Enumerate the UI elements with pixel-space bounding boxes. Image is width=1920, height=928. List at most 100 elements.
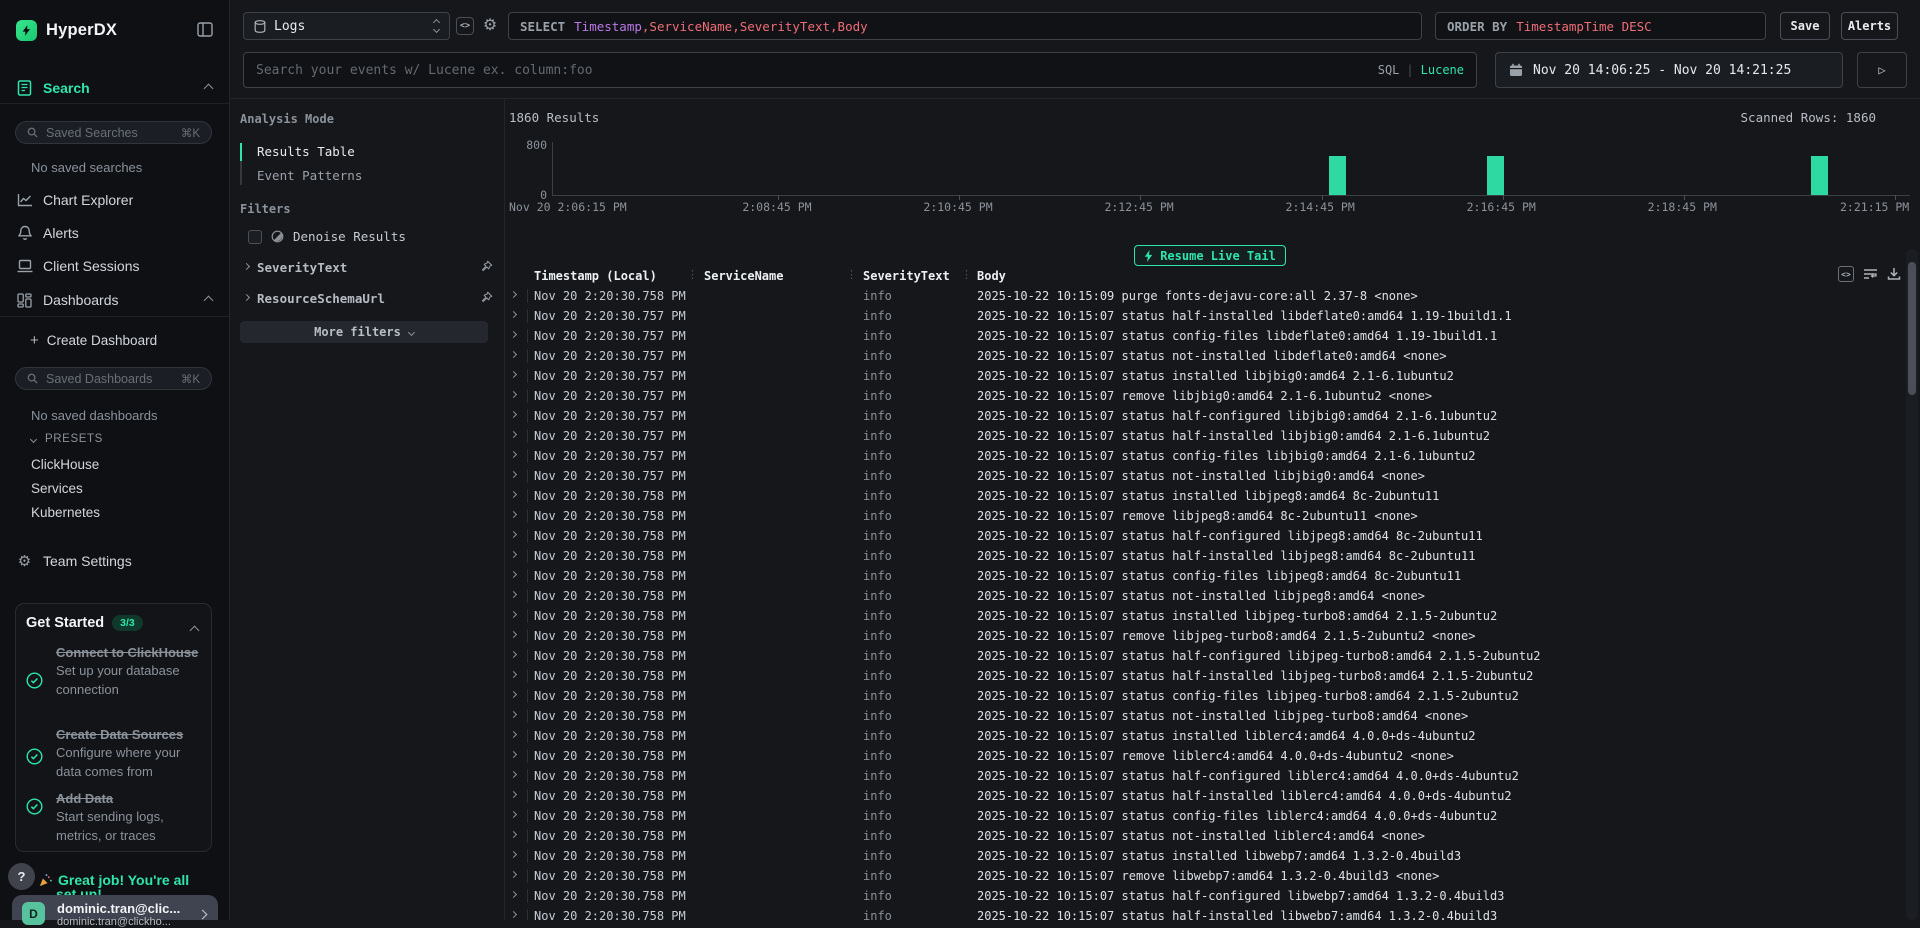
table-row[interactable]: Nov 20 2:20:30.758 PMinfo2025-10-22 10:1… [505,746,1905,766]
row-expand-icon[interactable] [510,831,517,838]
table-row[interactable]: Nov 20 2:20:30.757 PMinfo2025-10-22 10:1… [505,466,1905,486]
col-severitytext[interactable]: SeverityText [863,269,950,283]
sidebar-preset-services[interactable]: Services [31,481,83,496]
col-timestamp[interactable]: Timestamp (Local) [534,269,657,283]
table-row[interactable]: Nov 20 2:20:30.758 PMinfo2025-10-22 10:1… [505,786,1905,806]
more-filters-button[interactable]: More filters [240,321,488,343]
table-row[interactable]: Nov 20 2:20:30.757 PMinfo2025-10-22 10:1… [505,426,1905,446]
create-dashboard-button[interactable]: + Create Dashboard [30,332,157,349]
denoise-results-toggle[interactable]: Denoise Results [248,229,406,244]
pin-icon[interactable] [480,260,493,278]
table-row[interactable]: Nov 20 2:20:30.757 PMinfo2025-10-22 10:1… [505,346,1905,366]
sidebar-collapse-icon[interactable] [197,22,213,37]
chevron-up-icon[interactable] [204,84,214,94]
row-expand-icon[interactable] [510,491,517,498]
search-input[interactable] [256,63,1378,78]
table-row[interactable]: Nov 20 2:20:30.758 PMinfo2025-10-22 10:1… [505,606,1905,626]
table-row[interactable]: Nov 20 2:20:30.757 PMinfo2025-10-22 10:1… [505,366,1905,386]
app-logo[interactable]: HyperDX [16,20,117,41]
row-expand-icon[interactable] [510,451,517,458]
presets-toggle[interactable]: PRESETS [31,433,103,445]
sidebar-item-team-settings[interactable]: ⚙ Team Settings [0,548,230,574]
histogram-bar[interactable] [1487,156,1504,195]
select-columns-input[interactable]: SELECT Timestamp ,ServiceName,SeverityTe… [508,12,1422,40]
row-expand-icon[interactable] [510,691,517,698]
row-expand-icon[interactable] [510,851,517,858]
row-expand-icon[interactable] [510,791,517,798]
scrollbar-track[interactable] [1906,249,1918,920]
order-by-input[interactable]: ORDER BY TimestampTime DESC [1435,12,1766,40]
save-button[interactable]: Save [1780,12,1830,40]
user-menu[interactable]: D dominic.tran@clic... dominic.tran@clic… [12,895,218,920]
row-expand-icon[interactable] [510,331,517,338]
sql-toggle[interactable]: SQL [1378,63,1400,77]
row-expand-icon[interactable] [510,431,517,438]
row-expand-icon[interactable] [510,871,517,878]
row-expand-icon[interactable] [510,411,517,418]
row-expand-icon[interactable] [510,371,517,378]
table-row[interactable]: Nov 20 2:20:30.758 PMinfo2025-10-22 10:1… [505,646,1905,666]
row-expand-icon[interactable] [510,731,517,738]
table-row[interactable]: Nov 20 2:20:30.758 PMinfo2025-10-22 10:1… [505,686,1905,706]
row-expand-icon[interactable] [510,391,517,398]
help-button[interactable]: ? [8,863,35,890]
sidebar-preset-clickhouse[interactable]: ClickHouse [31,457,99,472]
table-row[interactable]: Nov 20 2:20:30.758 PMinfo2025-10-22 10:1… [505,846,1905,866]
row-expand-icon[interactable] [510,711,517,718]
table-row[interactable]: Nov 20 2:20:30.758 PMinfo2025-10-22 10:1… [505,886,1905,906]
table-row[interactable]: Nov 20 2:20:30.758 PMinfo2025-10-22 10:1… [505,506,1905,526]
row-expand-icon[interactable] [510,471,517,478]
table-row[interactable]: Nov 20 2:20:30.757 PMinfo2025-10-22 10:1… [505,406,1905,426]
saved-dashboards-input[interactable]: Saved Dashboards ⌘K [15,367,212,390]
row-expand-icon[interactable] [510,891,517,898]
col-body[interactable]: Body [977,269,1006,283]
lucene-toggle[interactable]: Lucene [1421,63,1464,77]
table-row[interactable]: Nov 20 2:20:30.758 PMinfo2025-10-22 10:1… [505,806,1905,826]
table-row[interactable]: Nov 20 2:20:30.758 PMinfo2025-10-22 10:1… [505,486,1905,506]
row-expand-icon[interactable] [510,651,517,658]
sidebar-item-search[interactable]: Search [0,75,230,101]
table-row[interactable]: Nov 20 2:20:30.757 PMinfo2025-10-22 10:1… [505,326,1905,346]
sql-editor-toggle-icon[interactable]: <> [456,17,474,35]
row-expand-icon[interactable] [510,511,517,518]
scrollbar-thumb[interactable] [1908,262,1916,395]
filter-field-resourceschemaurl[interactable]: ResourceSchemaUrl [240,290,495,308]
sidebar-item-client-sessions[interactable]: Client Sessions [0,253,230,279]
sidebar-item-chart-explorer[interactable]: Chart Explorer [0,187,230,213]
resume-live-tail-button[interactable]: Resume Live Tail [1134,245,1286,266]
row-expand-icon[interactable] [510,671,517,678]
row-expand-icon[interactable] [510,911,517,918]
table-row[interactable]: Nov 20 2:20:30.758 PMinfo2025-10-22 10:1… [505,666,1905,686]
histogram-bar[interactable] [1811,156,1828,195]
time-range-picker[interactable]: Nov 20 14:06:25 - Nov 20 14:21:25 [1495,52,1843,88]
row-expand-icon[interactable] [510,351,517,358]
row-expand-icon[interactable] [510,771,517,778]
denoise-checkbox[interactable] [248,230,262,244]
get-started-item[interactable]: Create Data SourcesConfigure where your … [26,726,206,781]
sidebar-item-dashboards[interactable]: Dashboards [0,287,230,313]
chevron-up-icon[interactable] [190,626,200,636]
filter-field-severitytext[interactable]: SeverityText [240,259,495,277]
source-settings-gear-icon[interactable]: ⚙ [480,15,500,35]
col-servicename[interactable]: ServiceName [704,269,783,283]
table-row[interactable]: Nov 20 2:20:30.757 PMinfo2025-10-22 10:1… [505,446,1905,466]
table-row[interactable]: Nov 20 2:20:30.758 PMinfo2025-10-22 10:1… [505,706,1905,726]
table-row[interactable]: Nov 20 2:20:30.757 PMinfo2025-10-22 10:1… [505,386,1905,406]
run-query-button[interactable]: ▷ [1857,52,1907,88]
row-expand-icon[interactable] [510,291,517,298]
table-row[interactable]: Nov 20 2:20:30.758 PMinfo2025-10-22 10:1… [505,766,1905,786]
row-expand-icon[interactable] [510,811,517,818]
lucene-search-bar[interactable]: SQL | Lucene [243,52,1477,88]
row-expand-icon[interactable] [510,751,517,758]
row-expand-icon[interactable] [510,551,517,558]
chevron-up-icon[interactable] [204,296,214,306]
table-row[interactable]: Nov 20 2:20:30.758 PMinfo2025-10-22 10:1… [505,286,1905,306]
sidebar-item-alerts[interactable]: Alerts [0,220,230,246]
row-expand-icon[interactable] [510,611,517,618]
table-row[interactable]: Nov 20 2:20:30.758 PMinfo2025-10-22 10:1… [505,726,1905,746]
row-expand-icon[interactable] [510,571,517,578]
source-select[interactable]: Logs [243,12,450,40]
table-row[interactable]: Nov 20 2:20:30.758 PMinfo2025-10-22 10:1… [505,626,1905,646]
saved-searches-input[interactable]: Saved Searches ⌘K [15,121,212,144]
sidebar-preset-kubernetes[interactable]: Kubernetes [31,505,100,520]
